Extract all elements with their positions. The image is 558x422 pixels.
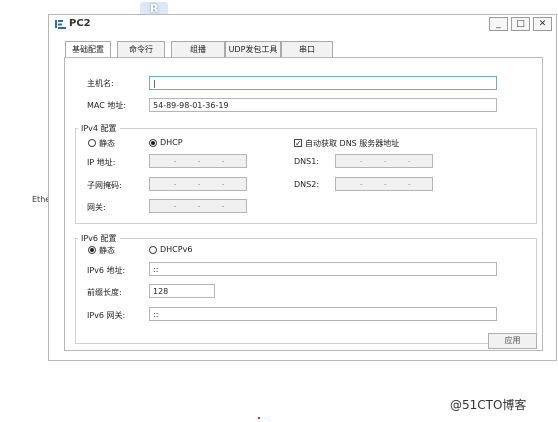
gateway-input[interactable]: ...	[149, 199, 247, 213]
prefix-length-input[interactable]: 128	[149, 284, 215, 298]
tab-udp-tool[interactable]: UDP发包工具	[225, 41, 281, 58]
minimize-button[interactable]: _	[489, 17, 508, 31]
title-bar: PC2 _ □ ✕	[49, 15, 556, 33]
ipv6-dhcpv6-label: DHCPv6	[160, 245, 193, 254]
gateway-label: 网关:	[87, 203, 106, 212]
watermark: @51CTO博客	[450, 398, 527, 412]
dns1-input[interactable]: ...	[335, 154, 433, 168]
auto-dns-label: 自动获取 DNS 服务器地址	[305, 139, 400, 148]
ipv6-dhcpv6-radio[interactable]	[149, 246, 157, 254]
auto-dns-checkbox[interactable]: ✓	[294, 139, 302, 148]
subnet-mask-input[interactable]: ...	[149, 177, 247, 191]
ipv4-dhcp-label: DHCP	[160, 138, 183, 147]
mac-label: MAC 地址:	[87, 101, 127, 110]
ipv4-dhcp-radio[interactable]	[149, 139, 157, 147]
ipv6-static-radio[interactable]	[88, 246, 96, 254]
ip-address-label: IP 地址:	[87, 158, 116, 167]
app-icon	[55, 20, 66, 29]
dns1-label: DNS1:	[294, 157, 320, 166]
close-button[interactable]: ✕	[533, 17, 552, 31]
ipv6-address-label: IPv6 地址:	[87, 266, 126, 275]
ipv6-static-label: 静态	[99, 246, 115, 255]
tab-command-line[interactable]: 命令行	[117, 41, 165, 58]
dns2-label: DNS2:	[294, 180, 320, 189]
tab-serial[interactable]: 串口	[281, 41, 333, 58]
ipv4-group-title: IPv4 配置	[78, 123, 120, 134]
ipv6-gateway-input[interactable]: ::	[149, 307, 497, 321]
hostname-input[interactable]: |	[149, 76, 497, 90]
mac-input[interactable]: 54-89-98-01-36-19	[149, 98, 497, 112]
window-title: PC2	[69, 18, 91, 29]
ipv6-gateway-label: IPv6 网关:	[87, 311, 126, 320]
dns2-input[interactable]: ...	[335, 177, 433, 191]
subnet-mask-label: 子网掩码:	[87, 181, 122, 190]
ip-address-input[interactable]: ...	[149, 154, 247, 168]
prefix-length-label: 前缀长度:	[87, 288, 122, 297]
maximize-button[interactable]: □	[511, 17, 530, 31]
hostname-label: 主机名:	[87, 79, 114, 88]
ipv6-address-input[interactable]: ::	[149, 262, 497, 276]
tab-multicast[interactable]: 组播	[171, 41, 225, 58]
ipv4-static-radio[interactable]	[88, 139, 96, 147]
apply-button[interactable]: 应用	[488, 333, 537, 349]
ipv6-group	[75, 238, 537, 344]
config-panel: 主机名: | MAC 地址: 54-89-98-01-36-19 IPv4 配置…	[64, 57, 543, 351]
ipv4-static-label: 静态	[99, 139, 115, 148]
ipv6-group-title: IPv6 配置	[78, 233, 120, 244]
pc-config-window: PC2 _ □ ✕ 基础配置 命令行 组播 UDP发包工具 串口 主机名: | …	[48, 14, 557, 361]
red-dot	[258, 417, 260, 419]
